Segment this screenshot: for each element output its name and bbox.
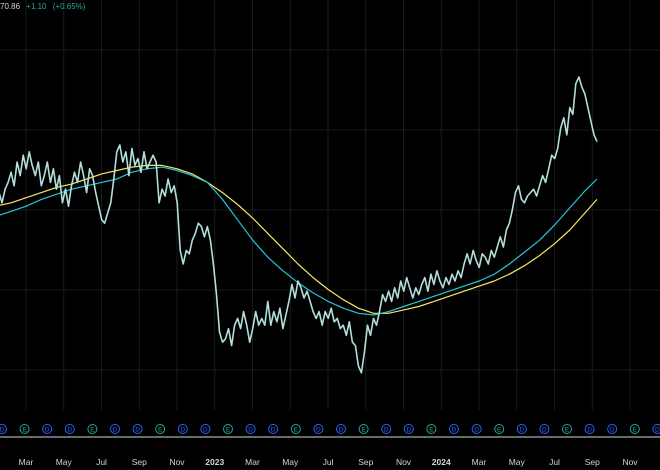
x-axis-tick-label: May	[282, 457, 299, 467]
event-marker-label: D	[452, 427, 457, 434]
event-marker-label: D	[0, 427, 5, 434]
event-marker-label: E	[361, 427, 366, 434]
x-axis-tick-label: Mar	[472, 457, 487, 467]
event-marker-label: E	[158, 427, 163, 434]
event-marker-label: D	[203, 427, 208, 434]
price-header: 70.86 +1.10 (+0.65%)	[0, 2, 89, 11]
x-axis-tick-label: Sep	[132, 457, 147, 467]
event-marker-label: D	[248, 427, 253, 434]
chart-background	[0, 0, 660, 470]
event-marker-label: E	[633, 427, 638, 434]
event-marker-label: D	[316, 427, 321, 434]
event-marker-label: E	[226, 427, 231, 434]
event-marker-label: E	[294, 427, 299, 434]
x-axis-tick-label: Jul	[323, 457, 334, 467]
event-marker-label: E	[90, 427, 95, 434]
x-axis-tick-label: Mar	[245, 457, 260, 467]
event-marker-label: D	[113, 427, 118, 434]
last-price: 70.86	[0, 2, 21, 11]
x-axis-tick-label: Jul	[549, 457, 560, 467]
x-axis-tick-label: Sep	[358, 457, 373, 467]
price-change-percent: (+0.65%)	[52, 2, 86, 11]
event-marker-label: E	[497, 427, 502, 434]
price-chart[interactable]: D E D D E D D E D D E D D E D D E D D E D D E D D E D D E D Mar May Jul S…	[0, 0, 660, 470]
x-axis-tick-label: Nov	[622, 457, 638, 467]
x-axis-tick-label: Sep	[585, 457, 600, 467]
event-marker-label: D	[45, 427, 50, 434]
x-axis-tick-label: Jul	[96, 457, 107, 467]
event-marker-label: D	[542, 427, 547, 434]
x-axis-tick-label: Mar	[19, 457, 34, 467]
event-marker-label: D	[339, 427, 344, 434]
x-axis-tick-label: May	[56, 457, 73, 467]
event-marker-label: D	[519, 427, 524, 434]
event-marker-label: D	[655, 427, 660, 434]
event-marker-label: D	[587, 427, 592, 434]
price-change: +1.10	[26, 2, 47, 11]
event-marker-label: D	[180, 427, 185, 434]
x-axis-tick-label: Nov	[396, 457, 412, 467]
event-marker-label: D	[271, 427, 276, 434]
event-marker-label: E	[22, 427, 27, 434]
event-marker-label: E	[565, 427, 570, 434]
x-axis-tick-label: May	[509, 457, 526, 467]
x-axis-tick-label: Nov	[169, 457, 185, 467]
event-marker-label: D	[474, 427, 479, 434]
x-axis-tick-label: 2024	[432, 457, 451, 467]
event-marker-label: D	[610, 427, 615, 434]
event-marker-label: D	[384, 427, 389, 434]
event-marker-label: D	[67, 427, 72, 434]
event-marker-label: E	[429, 427, 434, 434]
x-axis-tick-label: 2023	[205, 457, 224, 467]
event-marker-label: D	[135, 427, 140, 434]
event-marker-label: D	[406, 427, 411, 434]
